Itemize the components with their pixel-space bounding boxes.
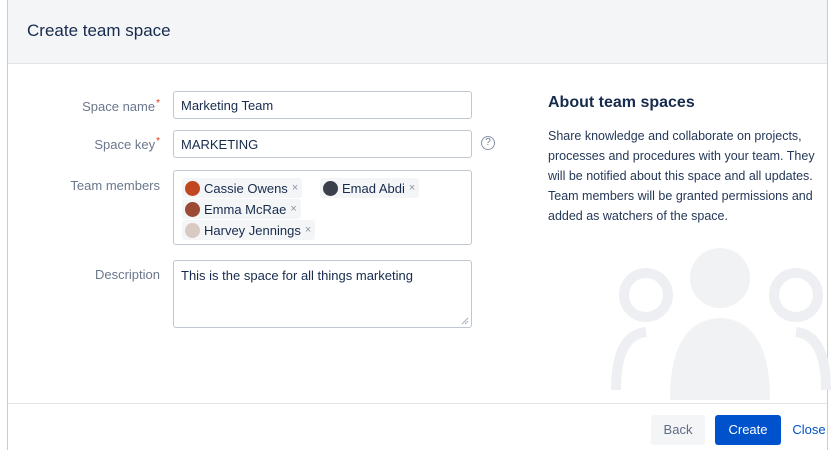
team-illustration-icon <box>611 248 831 400</box>
member-tag-cassie-owens[interactable]: Cassie Owens × <box>182 178 303 198</box>
avatar <box>185 180 200 196</box>
description-label: Description <box>94 267 160 282</box>
create-team-space-dialog: Create team space Space name* Marketing … <box>7 0 831 450</box>
member-name: Cassie Owens <box>204 180 288 196</box>
resize-grip-icon[interactable] <box>461 317 469 325</box>
description-textarea[interactable]: This is the space for all things marketi… <box>173 260 472 328</box>
remove-icon[interactable]: × <box>409 182 415 194</box>
space-name-label-text: Space name <box>82 99 156 114</box>
dialog-title: Create team space <box>27 21 171 40</box>
space-key-label-text: Space key <box>94 137 156 152</box>
avatar <box>323 180 338 196</box>
member-tag-harvey-jennings[interactable]: Harvey Jennings × <box>182 220 316 240</box>
remove-icon[interactable]: × <box>290 203 296 215</box>
team-members-label: Team members <box>70 178 160 193</box>
space-name-value: Marketing Team <box>181 98 274 113</box>
member-name: Emad Abdi <box>342 180 405 196</box>
description-value: This is the space for all things marketi… <box>181 268 413 283</box>
about-team-spaces-title: About team spaces <box>548 94 695 111</box>
space-key-value: MARKETING <box>181 137 259 152</box>
space-key-input[interactable]: MARKETING <box>173 130 472 158</box>
member-tag-emad-abdi[interactable]: Emad Abdi × <box>320 178 420 198</box>
dialog-footer: Back Create Close <box>8 403 827 450</box>
required-mark: * <box>156 98 160 109</box>
required-mark: * <box>156 136 160 147</box>
space-name-label: Space name* <box>8 98 160 114</box>
member-name: Harvey Jennings <box>204 222 301 238</box>
remove-icon[interactable]: × <box>305 224 311 236</box>
dialog-header: Create team space <box>8 0 827 64</box>
space-key-label: Space key* <box>8 136 160 152</box>
member-tag-emma-mcrae[interactable]: Emma McRae × <box>182 199 301 219</box>
help-icon[interactable]: ? <box>481 136 495 150</box>
back-button[interactable]: Back <box>651 415 705 445</box>
avatar <box>185 222 200 238</box>
close-button[interactable]: Close <box>788 415 830 445</box>
about-team-spaces-text: Share knowledge and collaborate on proje… <box>548 129 815 223</box>
space-name-input[interactable]: Marketing Team <box>173 91 472 119</box>
team-members-picker[interactable]: Cassie Owens × Emad Abdi × Emma McRae × … <box>173 170 472 245</box>
create-button[interactable]: Create <box>715 415 781 445</box>
remove-icon[interactable]: × <box>292 182 298 194</box>
avatar <box>185 201 200 217</box>
member-name: Emma McRae <box>204 201 287 217</box>
